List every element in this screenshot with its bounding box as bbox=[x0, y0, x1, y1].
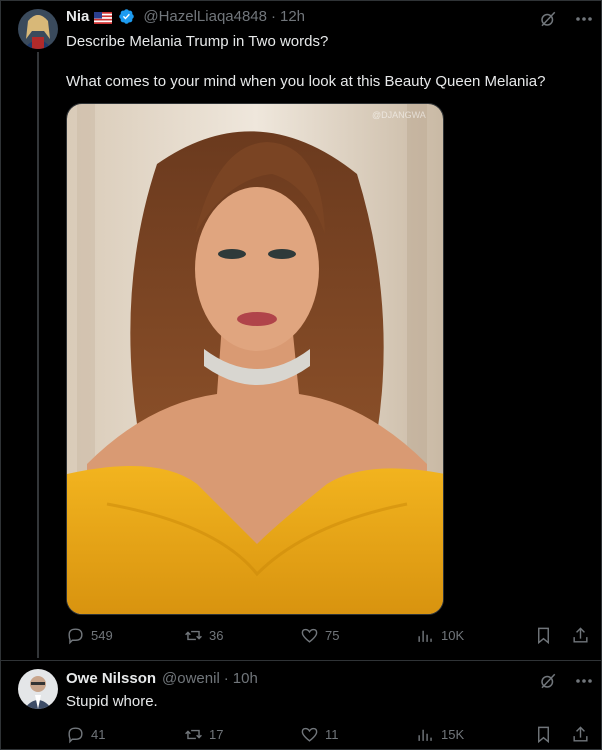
bookmark-icon[interactable] bbox=[534, 626, 553, 645]
display-name[interactable]: Owe Nilsson bbox=[66, 670, 156, 687]
reply-top-icons bbox=[537, 670, 595, 692]
repost-icon bbox=[185, 729, 202, 740]
repost-count: 17 bbox=[209, 727, 224, 742]
timestamp[interactable]: 12h bbox=[280, 8, 305, 25]
like-button[interactable]: 11 bbox=[300, 725, 339, 744]
image-watermark: @DJANGWA bbox=[372, 110, 426, 120]
views-button[interactable]: 15K bbox=[416, 725, 464, 744]
avatar[interactable] bbox=[18, 669, 58, 709]
reply-header: Owe Nilsson @owenil · 10h bbox=[66, 670, 258, 687]
repost-button[interactable]: 17 bbox=[184, 725, 223, 744]
handle[interactable]: @HazelLiaqa4848 bbox=[143, 8, 267, 25]
avatar[interactable] bbox=[18, 9, 58, 49]
post-actions: 549 36 75 10K bbox=[66, 626, 588, 646]
post-top-icons bbox=[537, 8, 595, 30]
reply-actions: 41 17 11 15K bbox=[66, 725, 588, 745]
more-icon[interactable] bbox=[573, 670, 595, 692]
views-icon bbox=[418, 630, 432, 642]
like-count: 11 bbox=[325, 727, 339, 742]
post-share-group bbox=[534, 626, 590, 645]
reply-text: Stupid whore. bbox=[66, 693, 158, 710]
share-icon[interactable] bbox=[571, 725, 590, 744]
repost-count: 36 bbox=[209, 628, 224, 643]
handle[interactable]: @owenil bbox=[162, 670, 220, 687]
reply-count: 41 bbox=[91, 727, 106, 742]
like-icon bbox=[301, 628, 318, 643]
reply-button[interactable]: 41 bbox=[66, 725, 105, 744]
like-icon bbox=[301, 727, 318, 742]
timestamp[interactable]: 10h bbox=[233, 670, 258, 687]
thread-line bbox=[37, 52, 39, 658]
separator-dot: · bbox=[271, 8, 276, 25]
bookmark-icon[interactable] bbox=[534, 725, 553, 744]
reply-button[interactable]: 549 bbox=[66, 626, 113, 645]
reply-post[interactable]: Owe Nilsson @owenil · 10h Stupid whore. … bbox=[0, 661, 602, 750]
post-text: Describe Melania Trump in Two words? Wha… bbox=[66, 33, 546, 90]
views-count: 15K bbox=[441, 727, 465, 742]
reply-share-group bbox=[534, 725, 590, 744]
more-icon[interactable] bbox=[573, 8, 595, 30]
reply-count: 549 bbox=[91, 628, 113, 643]
separator-dot: · bbox=[223, 670, 229, 687]
share-icon[interactable] bbox=[571, 626, 590, 645]
grok-icon[interactable] bbox=[537, 8, 559, 30]
verified-badge-icon[interactable] bbox=[118, 8, 135, 25]
reply-icon bbox=[68, 727, 83, 744]
views-count: 10K bbox=[441, 628, 465, 643]
views-icon bbox=[418, 729, 432, 741]
reply-icon bbox=[68, 628, 83, 645]
like-count: 75 bbox=[325, 628, 340, 643]
post-image[interactable]: @DJANGWA bbox=[66, 103, 444, 615]
like-button[interactable]: 75 bbox=[300, 626, 339, 645]
original-post[interactable]: Nia @HazelLiaqa4848 · 12h Describe Melan… bbox=[0, 0, 602, 662]
display-name[interactable]: Nia bbox=[66, 8, 89, 25]
post-header: Nia @HazelLiaqa4848 · 12h bbox=[66, 8, 305, 25]
grok-icon[interactable] bbox=[537, 670, 559, 692]
repost-button[interactable]: 36 bbox=[184, 626, 223, 645]
us-flag-icon bbox=[94, 11, 113, 24]
repost-icon bbox=[185, 630, 202, 641]
views-button[interactable]: 10K bbox=[416, 626, 464, 645]
